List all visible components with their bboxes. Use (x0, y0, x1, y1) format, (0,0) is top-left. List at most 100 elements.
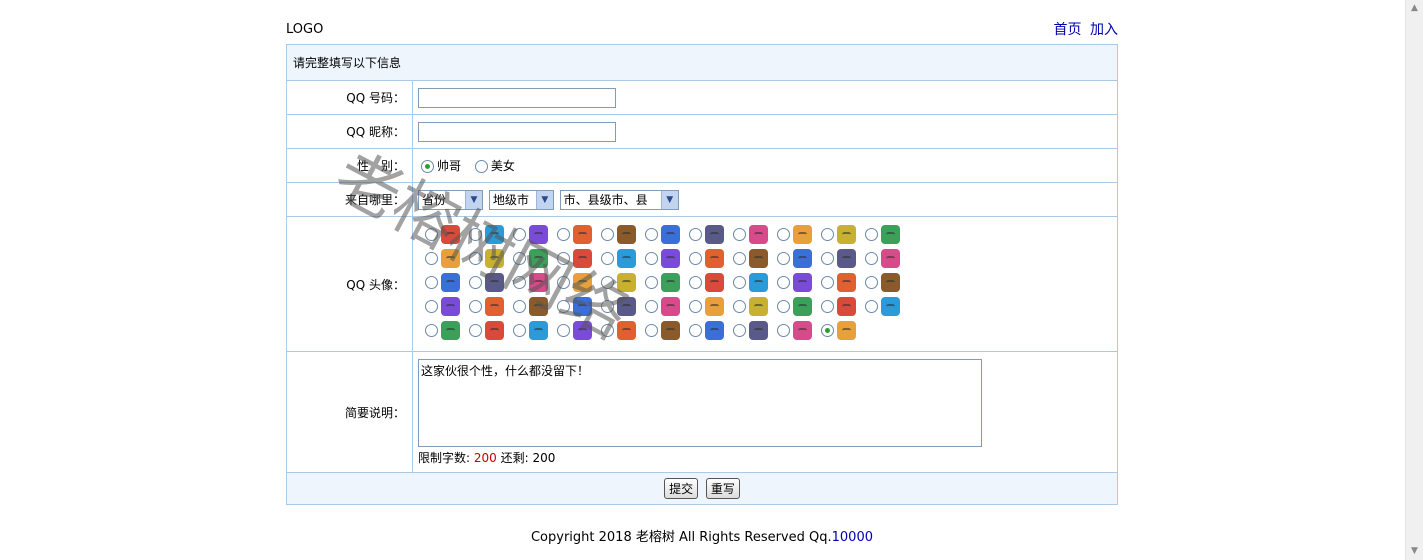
avatar-radio[interactable] (513, 300, 526, 313)
avatar-face-icon[interactable] (573, 225, 592, 244)
avatar-face-icon[interactable] (661, 297, 680, 316)
avatar-radio[interactable] (689, 324, 702, 337)
avatar-radio[interactable] (689, 252, 702, 265)
avatar-radio[interactable] (645, 228, 658, 241)
avatar-face-icon[interactable] (837, 297, 856, 316)
avatar-face-icon[interactable] (881, 225, 900, 244)
avatar-face-icon[interactable] (661, 249, 680, 268)
avatar-radio[interactable] (513, 324, 526, 337)
avatar-radio[interactable] (425, 228, 438, 241)
avatar-radio[interactable] (777, 252, 790, 265)
avatar-face-icon[interactable] (881, 273, 900, 292)
avatar-radio[interactable] (821, 324, 834, 337)
avatar-radio[interactable] (865, 228, 878, 241)
avatar-face-icon[interactable] (705, 225, 724, 244)
avatar-radio[interactable] (513, 252, 526, 265)
avatar-radio[interactable] (645, 276, 658, 289)
avatar-radio[interactable] (601, 276, 614, 289)
avatar-radio[interactable] (425, 276, 438, 289)
avatar-radio[interactable] (469, 276, 482, 289)
avatar-face-icon[interactable] (837, 321, 856, 340)
avatar-radio[interactable] (733, 252, 746, 265)
avatar-face-icon[interactable] (573, 249, 592, 268)
avatar-face-icon[interactable] (661, 321, 680, 340)
avatar-radio[interactable] (557, 300, 570, 313)
gender-male-radio[interactable] (421, 160, 434, 173)
avatar-face-icon[interactable] (617, 273, 636, 292)
avatar-face-icon[interactable] (573, 273, 592, 292)
avatar-radio[interactable] (557, 324, 570, 337)
city-select[interactable]: 地级市 ▼ (488, 189, 554, 210)
avatar-face-icon[interactable] (441, 273, 460, 292)
avatar-radio[interactable] (513, 276, 526, 289)
page-scrollbar[interactable]: ▲ ▼ (1405, 0, 1423, 560)
avatar-face-icon[interactable] (573, 297, 592, 316)
avatar-face-icon[interactable] (837, 249, 856, 268)
avatar-radio[interactable] (777, 300, 790, 313)
nav-home-link[interactable]: 首页 (1054, 22, 1082, 38)
avatar-radio[interactable] (601, 300, 614, 313)
intro-textarea[interactable]: 这家伙很个性，什么都没留下！ (418, 359, 982, 447)
avatar-radio[interactable] (777, 276, 790, 289)
avatar-face-icon[interactable] (485, 273, 504, 292)
avatar-radio[interactable] (733, 228, 746, 241)
avatar-face-icon[interactable] (441, 225, 460, 244)
avatar-radio[interactable] (865, 300, 878, 313)
avatar-radio[interactable] (557, 252, 570, 265)
avatar-radio[interactable] (513, 228, 526, 241)
avatar-face-icon[interactable] (617, 297, 636, 316)
avatar-radio[interactable] (689, 300, 702, 313)
avatar-radio[interactable] (821, 276, 834, 289)
avatar-face-icon[interactable] (661, 273, 680, 292)
avatar-face-icon[interactable] (793, 321, 812, 340)
avatar-face-icon[interactable] (529, 249, 548, 268)
avatar-radio[interactable] (777, 228, 790, 241)
avatar-face-icon[interactable] (529, 297, 548, 316)
avatar-face-icon[interactable] (749, 321, 768, 340)
avatar-radio[interactable] (865, 276, 878, 289)
avatar-radio[interactable] (469, 228, 482, 241)
scroll-down-arrow-icon[interactable]: ▼ (1406, 543, 1423, 560)
avatar-face-icon[interactable] (441, 297, 460, 316)
avatar-radio[interactable] (425, 324, 438, 337)
avatar-radio[interactable] (601, 228, 614, 241)
avatar-face-icon[interactable] (793, 225, 812, 244)
avatar-radio[interactable] (425, 300, 438, 313)
avatar-radio[interactable] (733, 300, 746, 313)
avatar-face-icon[interactable] (793, 297, 812, 316)
avatar-radio[interactable] (821, 252, 834, 265)
gender-female-radio[interactable] (474, 160, 488, 173)
avatar-radio[interactable] (865, 252, 878, 265)
avatar-radio[interactable] (557, 228, 570, 241)
avatar-radio[interactable] (645, 300, 658, 313)
avatar-face-icon[interactable] (529, 225, 548, 244)
avatar-face-icon[interactable] (793, 249, 812, 268)
avatar-face-icon[interactable] (881, 249, 900, 268)
avatar-radio[interactable] (733, 276, 746, 289)
avatar-radio[interactable] (557, 276, 570, 289)
avatar-face-icon[interactable] (617, 321, 636, 340)
avatar-radio[interactable] (425, 252, 438, 265)
avatar-radio[interactable] (689, 228, 702, 241)
avatar-face-icon[interactable] (485, 225, 504, 244)
submit-button[interactable]: 提交 (664, 478, 699, 499)
avatar-radio[interactable] (733, 324, 746, 337)
province-select[interactable]: 省份 ▼ (418, 189, 483, 210)
avatar-face-icon[interactable] (485, 321, 504, 340)
avatar-face-icon[interactable] (617, 225, 636, 244)
avatar-face-icon[interactable] (749, 273, 768, 292)
avatar-face-icon[interactable] (705, 321, 724, 340)
nickname-input[interactable] (418, 121, 616, 142)
avatar-radio[interactable] (469, 252, 482, 265)
avatar-face-icon[interactable] (441, 249, 460, 268)
avatar-face-icon[interactable] (749, 225, 768, 244)
avatar-face-icon[interactable] (705, 297, 724, 316)
nav-join-link[interactable]: 加入 (1090, 22, 1118, 38)
avatar-face-icon[interactable] (617, 249, 636, 268)
avatar-face-icon[interactable] (793, 273, 812, 292)
avatar-radio[interactable] (689, 276, 702, 289)
avatar-face-icon[interactable] (441, 321, 460, 340)
avatar-radio[interactable] (777, 324, 790, 337)
avatar-face-icon[interactable] (529, 321, 548, 340)
avatar-face-icon[interactable] (661, 225, 680, 244)
